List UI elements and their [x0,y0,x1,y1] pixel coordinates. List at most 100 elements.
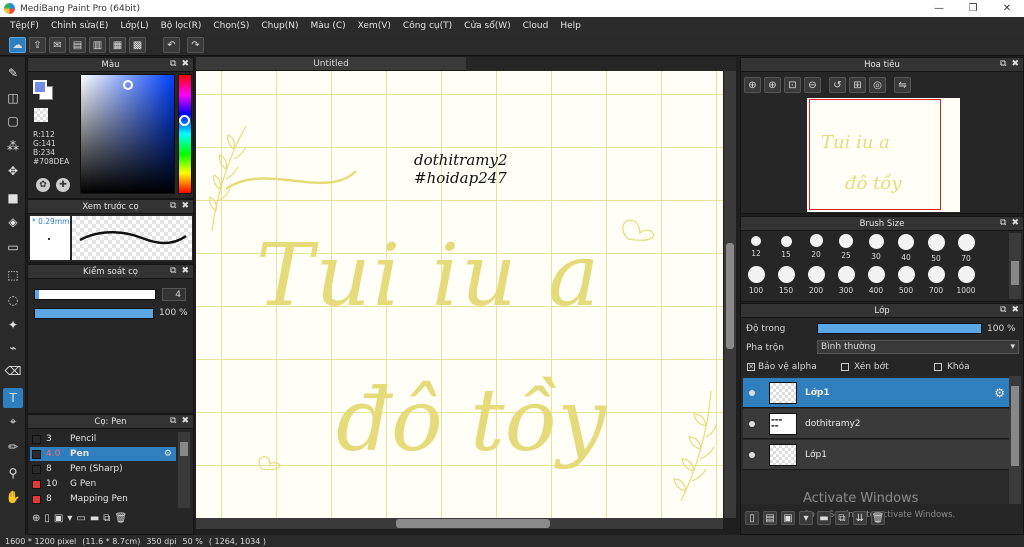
select-eraser-tool-icon[interactable]: ⌫ [3,361,23,381]
close-panel-icon[interactable]: ✖ [181,59,189,69]
panel-layout-icon[interactable]: ▦ [109,37,126,53]
brush-size-1000[interactable]: 1000 [954,266,978,295]
layer-list-scrollbar[interactable] [1009,376,1021,504]
saturation-value-picker[interactable] [80,74,175,194]
sv-cursor[interactable] [123,80,133,90]
brush-menu-icon[interactable]: ▾ [67,513,72,524]
menu-help[interactable]: Help [554,21,587,31]
text-tool-icon[interactable]: T [3,388,23,408]
menu-snap[interactable]: Chụp(N) [255,21,304,31]
page-icon[interactable]: ▤ [69,37,86,53]
menu-layer[interactable]: Lớp(L) [114,21,154,31]
delete-layer-icon[interactable]: 🗑 [871,511,885,525]
document-tab[interactable]: Untitled [196,57,466,71]
brush-size-70[interactable]: 70 [954,234,978,263]
brush-size-40[interactable]: 40 [894,234,918,262]
navigator-preview[interactable]: Tui iu a đô tồy [807,98,960,212]
brush-size-150[interactable]: 150 [774,266,798,295]
clipping-checkbox[interactable]: Xén bớt [841,362,889,372]
undock-icon[interactable]: ⧉ [1000,59,1006,69]
new-1bit-layer-icon[interactable]: ▣ [781,511,795,525]
menu-cloud[interactable]: Cloud [517,21,555,31]
layer-row[interactable]: Lớp1 [743,440,1009,470]
undock-icon[interactable]: ⧉ [170,416,176,426]
protect-alpha-checkbox[interactable]: ✕ Bảo vệ alpha [747,362,817,372]
brush-size-12[interactable]: 12 [744,234,768,258]
brush-size-400[interactable]: 400 [864,266,888,295]
close-panel-icon[interactable]: ✖ [181,266,189,276]
brush-item[interactable]: 8 Mapping Pen [30,492,176,506]
layer-scroll-thumb[interactable] [1011,386,1019,466]
visibility-icon[interactable] [749,421,755,427]
primary-color-swatch[interactable] [33,80,47,94]
undock-icon[interactable]: ⧉ [1000,218,1006,228]
select-pen-tool-icon[interactable]: ⌁ [3,338,23,358]
brush-item[interactable]: 8 Pen (Sharp) [30,462,176,476]
canvas-vscroll-thumb[interactable] [726,243,734,349]
new-brush-icon[interactable]: ▯ [44,513,50,524]
dot-tool-icon[interactable]: ⁂ [3,136,23,156]
operation-tool-icon[interactable]: ⌖ [3,411,23,431]
rotate-left-icon[interactable]: ↺ [829,77,846,93]
undo-icon[interactable]: ↶ [163,37,180,53]
brush-item[interactable]: 10 G Pen [30,477,176,491]
delete-brush-icon[interactable]: 🗑 [114,513,127,524]
brush-size-15[interactable]: 15 [774,234,798,259]
canvas-horizontal-scrollbar[interactable] [196,518,723,529]
brush-size-500[interactable]: 500 [894,266,918,295]
brush-size-slider[interactable] [34,289,156,300]
canvas-vertical-scrollbar[interactable] [724,71,736,518]
menu-view[interactable]: Xem(V) [352,21,397,31]
merge-down-icon[interactable]: ⇊ [853,511,867,525]
fit-icon[interactable]: ⊡ [784,77,801,93]
hue-slider[interactable] [178,74,192,194]
palette-icon[interactable]: ✿ [36,178,50,192]
close-panel-icon[interactable]: ✖ [181,201,189,211]
brush-settings-icon[interactable]: ▣ [54,513,63,524]
document-icon[interactable]: ▥ [89,37,106,53]
undock-icon[interactable]: ⧉ [170,201,176,211]
eraser-tool-icon[interactable]: ◫ [3,88,23,108]
brush-size-100[interactable]: 100 [744,266,768,295]
add-brush-icon[interactable]: ⊕ [32,513,40,524]
brush-size-30[interactable]: 30 [864,234,888,261]
brush-opacity-slider[interactable] [34,308,154,319]
close-panel-icon[interactable]: ✖ [1011,59,1019,69]
menu-window[interactable]: Cửa sổ(W) [458,21,516,31]
zoom-in-alt-icon[interactable]: ⊕ [764,77,781,93]
new-layer-icon[interactable]: ▯ [745,511,759,525]
fit-window-icon[interactable]: ⊞ [849,77,866,93]
gradient-tool-icon[interactable]: ▭ [3,237,23,257]
visibility-icon[interactable] [749,390,755,396]
brush-size-scrollbar[interactable] [1009,233,1021,299]
close-panel-icon[interactable]: ✖ [1011,305,1019,315]
grid-icon[interactable]: ▩ [129,37,146,53]
hand-tool-icon[interactable]: ✋ [3,487,23,507]
brush-tool-icon[interactable]: ✎ [3,63,23,83]
folder-icon[interactable]: ▬ [90,513,99,524]
menu-file[interactable]: Tệp(F) [4,21,45,31]
zoom-out-icon[interactable]: ⊖ [804,77,821,93]
reset-rotation-icon[interactable]: ◎ [869,77,886,93]
new-halftone-layer-icon[interactable]: ▤ [763,511,777,525]
maximize-button[interactable]: ❐ [956,0,990,17]
bucket-tool-icon[interactable]: ◈ [3,212,23,232]
brush-list-scrollbar[interactable] [178,432,190,508]
layer-menu-icon[interactable]: ▾ [799,511,813,525]
duplicate-layer-icon[interactable]: ⧉ [835,511,849,525]
comment-icon[interactable]: ✉ [49,37,66,53]
magic-wand-tool-icon[interactable]: ✦ [3,315,23,335]
menu-filter[interactable]: Bộ lọc(R) [155,21,208,31]
divide-tool-icon[interactable]: ✏ [3,437,23,457]
share-icon[interactable]: ⇪ [29,37,46,53]
menu-select[interactable]: Chọn(S) [207,21,255,31]
brush-item[interactable]: 3 Pencil [30,432,176,446]
import-brush-icon[interactable]: ▭ [76,513,85,524]
brush-size-200[interactable]: 200 [804,266,828,295]
eyedropper-tool-icon[interactable]: ⚲ [3,463,23,483]
minimize-button[interactable]: — [922,0,956,17]
gear-icon[interactable]: ⚙ [164,449,172,459]
drawing-canvas[interactable]: dothitramy2 #hoidap247 Tui iu a đô tồy [196,71,723,518]
brush-list-scroll-thumb[interactable] [180,442,188,456]
close-button[interactable]: ✕ [990,0,1024,17]
